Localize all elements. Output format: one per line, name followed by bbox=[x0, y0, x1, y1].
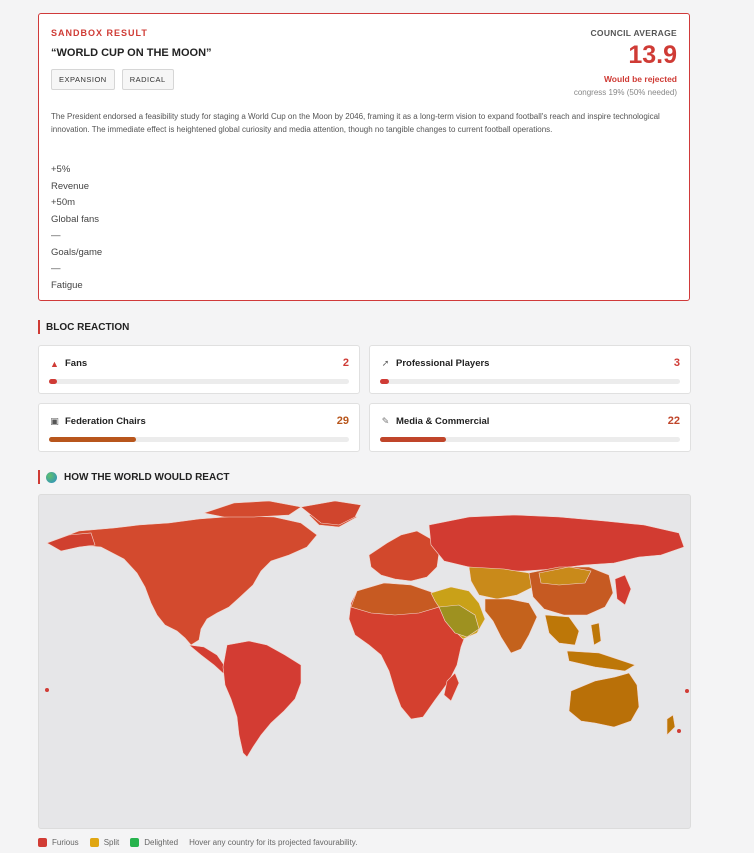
section-accent-bar bbox=[38, 470, 40, 484]
map-legend: Furious Split Delighted Hover any countr… bbox=[38, 838, 357, 847]
country-pacific-island[interactable] bbox=[677, 729, 681, 733]
world-map-svg bbox=[45, 500, 689, 758]
country-hawaii[interactable] bbox=[45, 688, 49, 692]
country-india[interactable] bbox=[484, 598, 538, 654]
stat-label: Goals/game bbox=[51, 246, 103, 258]
country-central-asia[interactable] bbox=[468, 566, 534, 600]
world-reaction-heading: HOW THE WORLD WOULD REACT bbox=[38, 470, 230, 484]
impact-stats: +5% Revenue +50m Global fans — Goals/gam… bbox=[51, 162, 102, 294]
microphone-icon: ✎ bbox=[381, 416, 390, 426]
country-pacific-island[interactable] bbox=[685, 689, 689, 693]
country-north-africa[interactable] bbox=[350, 582, 440, 616]
country-greenland[interactable] bbox=[300, 500, 362, 526]
verdict-text: Would be rejected bbox=[603, 74, 677, 84]
bloc-progress-track bbox=[380, 379, 680, 384]
bloc-card-fans[interactable]: ▲ Fans 2 bbox=[38, 345, 360, 394]
bloc-progress-fill bbox=[49, 437, 136, 442]
bloc-score: 22 bbox=[667, 415, 680, 427]
megaphone-icon: ▲ bbox=[50, 358, 59, 369]
country-philippines[interactable] bbox=[590, 622, 602, 646]
bloc-score: 29 bbox=[336, 415, 349, 427]
building-icon: ▣ bbox=[50, 416, 59, 426]
stat-label: Revenue bbox=[51, 180, 90, 192]
bloc-progress-track bbox=[380, 437, 680, 442]
bloc-name: Federation Chairs bbox=[65, 416, 146, 427]
result-summary: The President endorsed a feasibility stu… bbox=[51, 112, 660, 134]
world-map[interactable] bbox=[38, 494, 691, 829]
country-japan-korea[interactable] bbox=[614, 574, 632, 606]
council-average-label: COUNCIL AVERAGE bbox=[590, 28, 677, 38]
section-title: BLOC REACTION bbox=[46, 321, 130, 333]
bloc-card-federation-chairs[interactable]: ▣ Federation Chairs 29 bbox=[38, 403, 360, 452]
bloc-progress-track bbox=[49, 437, 349, 442]
country-southeast-asia[interactable] bbox=[544, 614, 636, 672]
tag-radical: RADICAL bbox=[121, 69, 174, 90]
legend-swatch-split bbox=[89, 838, 99, 847]
bloc-name: Fans bbox=[65, 358, 88, 369]
tag-expansion: EXPANSION bbox=[51, 69, 115, 90]
legend-label-delighted: Delighted bbox=[144, 838, 179, 847]
country-south-america[interactable] bbox=[222, 640, 302, 758]
tag-list: EXPANSION RADICAL bbox=[51, 69, 174, 90]
bloc-name: Professional Players bbox=[396, 358, 490, 369]
bloc-score: 3 bbox=[673, 357, 680, 369]
bloc-card-professional-players[interactable]: ➚ Professional Players 3 bbox=[369, 345, 691, 394]
legend-swatch-delighted bbox=[130, 838, 140, 847]
congress-support: congress 19% (50% needed) bbox=[573, 88, 677, 97]
bloc-progress-fill bbox=[380, 437, 446, 442]
stat-label: Fatigue bbox=[51, 279, 83, 291]
country-russia[interactable] bbox=[428, 514, 685, 572]
stat-label: Global fans bbox=[51, 213, 100, 225]
section-title: HOW THE WORLD WOULD REACT bbox=[64, 471, 230, 483]
legend-label-furious: Furious bbox=[52, 838, 79, 847]
stat-value: — bbox=[51, 263, 61, 274]
stat-value: +5% bbox=[51, 164, 71, 175]
bloc-card-media-commercial[interactable]: ✎ Media & Commercial 22 bbox=[369, 403, 691, 452]
bloc-reaction-heading: BLOC REACTION bbox=[38, 320, 129, 334]
globe-icon bbox=[46, 471, 57, 483]
bloc-name: Media & Commercial bbox=[396, 416, 490, 427]
map-hover-hint: Hover any country for its projected favo… bbox=[189, 838, 358, 847]
sandbox-result-card: SANDBOX RESULT “WORLD CUP ON THE MOON” E… bbox=[38, 13, 690, 301]
result-kicker: SANDBOX RESULT bbox=[51, 28, 148, 38]
stat-value: +50m bbox=[51, 197, 76, 208]
policy-title: “WORLD CUP ON THE MOON” bbox=[51, 47, 212, 59]
country-new-zealand[interactable] bbox=[666, 714, 676, 736]
stat-value: — bbox=[51, 230, 61, 241]
council-average-value: 13.9 bbox=[628, 41, 677, 69]
country-europe[interactable] bbox=[368, 530, 440, 582]
section-accent-bar bbox=[38, 320, 40, 334]
bloc-progress-fill bbox=[49, 379, 57, 384]
country-alaska[interactable] bbox=[46, 532, 96, 552]
legend-swatch-furious bbox=[38, 838, 47, 847]
boot-icon: ➚ bbox=[381, 358, 390, 368]
bloc-progress-track bbox=[49, 379, 349, 384]
bloc-score: 2 bbox=[342, 357, 349, 369]
bloc-progress-fill bbox=[380, 379, 389, 384]
legend-label-split: Split bbox=[103, 838, 120, 847]
country-australia[interactable] bbox=[568, 672, 640, 728]
